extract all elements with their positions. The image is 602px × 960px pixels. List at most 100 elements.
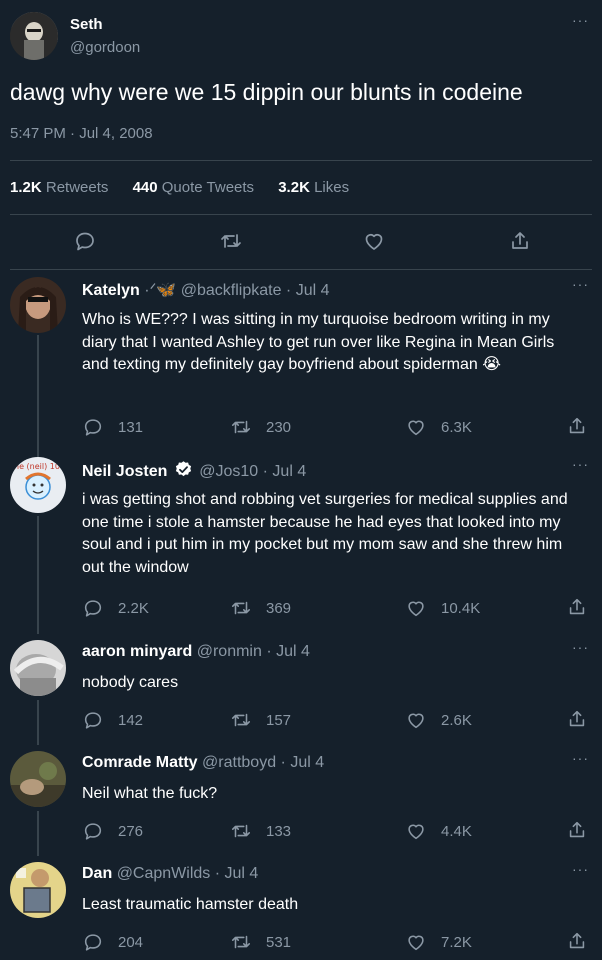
- reply-tweet[interactable]: Dan @CapnWilds · Jul 4 ··· Least traumat…: [0, 861, 602, 957]
- reply-date[interactable]: · Jul 4: [286, 282, 330, 299]
- author-handle[interactable]: @rattboyd: [202, 754, 276, 771]
- tweet-text: dawg why were we 15 dippin our blunts in…: [10, 79, 523, 105]
- reply-text: Who is WE??? I was sitting in my turquoi…: [82, 311, 555, 373]
- like-button[interactable]: 6.3K: [405, 415, 472, 439]
- more-options-icon[interactable]: ···: [572, 276, 589, 292]
- avatar[interactable]: [10, 751, 66, 807]
- share-icon[interactable]: [566, 930, 588, 952]
- reply-count-button[interactable]: 204: [82, 930, 143, 954]
- reply-count: 2.2K: [118, 599, 149, 617]
- retweet-icon[interactable]: [219, 229, 243, 253]
- reply-count: 142: [118, 711, 144, 729]
- reply-header: aaron minyard @ronmin · Jul 4: [82, 643, 310, 661]
- quote-tweets-label: Quote Tweets: [161, 179, 255, 196]
- author-handle[interactable]: @CapnWilds: [117, 865, 211, 882]
- author-name[interactable]: Neil Josten: [82, 463, 167, 480]
- avatar[interactable]: [10, 12, 58, 60]
- avatar-text: ne (neil) 10: [14, 462, 60, 471]
- tweet-timestamp[interactable]: 5:47 PM · Jul 4, 2008: [10, 125, 153, 142]
- retweet-icon: [231, 420, 251, 434]
- name-emoji: ·ᐟ🦋: [144, 282, 177, 299]
- avatar[interactable]: [10, 862, 66, 918]
- heart-icon: [408, 601, 424, 617]
- like-button[interactable]: 2.6K: [405, 708, 472, 732]
- retweet-button[interactable]: 157: [230, 708, 291, 732]
- author-name[interactable]: Dan: [82, 865, 112, 882]
- reply-icon: [84, 600, 102, 617]
- share-icon[interactable]: [566, 415, 588, 437]
- more-options-icon[interactable]: ···: [572, 12, 589, 28]
- quote-tweets-count: 440: [132, 179, 158, 196]
- reply-header: Dan @CapnWilds · Jul 4: [82, 865, 258, 883]
- reply-tweet[interactable]: ne (neil) 10 Neil Josten @Jos10 · Jul 4 …: [0, 456, 602, 632]
- quote-tweets-stat[interactable]: 440 Quote Tweets: [133, 179, 254, 196]
- retweet-button[interactable]: 531: [230, 930, 291, 954]
- main-tweet: Seth @gordoon ··· dawg why were we 15 di…: [0, 0, 602, 270]
- reply-actions: 2.2K 369 10.4K: [82, 596, 592, 620]
- reply-count-button[interactable]: 276: [82, 819, 143, 843]
- author-name[interactable]: Seth: [70, 16, 103, 33]
- like-count: 7.2K: [441, 933, 472, 951]
- share-icon[interactable]: [566, 596, 588, 618]
- retweet-button[interactable]: 133: [230, 819, 291, 843]
- more-options-icon[interactable]: ···: [572, 750, 589, 766]
- reply-header: Comrade Matty @rattboyd · Jul 4: [82, 754, 324, 772]
- tweet-stats: 1.2K Retweets 440 Quote Tweets 3.2K Like…: [10, 179, 369, 196]
- reply-date[interactable]: · Jul 4: [215, 865, 259, 882]
- author-handle[interactable]: @ronmin: [197, 643, 262, 660]
- like-count: 2.6K: [441, 711, 472, 729]
- retweets-label: Retweets: [45, 179, 109, 196]
- like-button[interactable]: 7.2K: [405, 930, 472, 954]
- likes-label: Likes: [314, 179, 350, 196]
- reply-count-button[interactable]: 142: [82, 708, 143, 732]
- retweet-button[interactable]: 230: [230, 415, 291, 439]
- like-button[interactable]: 4.4K: [405, 819, 472, 843]
- reply-count: 276: [118, 822, 144, 840]
- avatar[interactable]: [10, 640, 66, 696]
- reply-tweet[interactable]: Comrade Matty @rattboyd · Jul 4 ··· Neil…: [0, 750, 602, 846]
- share-icon[interactable]: [566, 708, 588, 730]
- author-name[interactable]: Comrade Matty: [82, 754, 198, 771]
- reply-date[interactable]: · Jul 4: [266, 643, 310, 660]
- reply-actions: 142 157 2.6K: [82, 708, 592, 732]
- heart-icon: [408, 713, 424, 729]
- share-icon[interactable]: [508, 229, 532, 253]
- reply-icon[interactable]: [73, 229, 97, 253]
- heart-icon: [408, 824, 424, 840]
- heart-icon[interactable]: [362, 229, 386, 253]
- retweet-icon: [231, 713, 251, 727]
- divider: [10, 269, 592, 270]
- reply-icon: [84, 823, 102, 840]
- like-count: 6.3K: [441, 418, 472, 436]
- author-handle[interactable]: @backflipkate: [181, 282, 282, 299]
- reply-text: i was getting shot and robbing vet surge…: [82, 491, 568, 576]
- likes-stat[interactable]: 3.2K Likes: [278, 179, 349, 196]
- reply-count-button[interactable]: 131: [82, 415, 143, 439]
- author-name[interactable]: Katelyn: [82, 282, 140, 299]
- retweet-count: 230: [266, 418, 292, 436]
- author-handle[interactable]: @gordoon: [70, 39, 140, 56]
- reply-tweet[interactable]: aaron minyard @ronmin · Jul 4 ··· nobody…: [0, 639, 602, 735]
- reply-count-button[interactable]: 2.2K: [82, 596, 149, 620]
- reply-count: 204: [118, 933, 144, 951]
- more-options-icon[interactable]: ···: [572, 456, 589, 472]
- reply-date[interactable]: · Jul 4: [263, 463, 307, 480]
- more-options-icon[interactable]: ···: [572, 639, 589, 655]
- reply-header: Katelyn ·ᐟ🦋 @backflipkate · Jul 4: [82, 280, 330, 300]
- reply-icon: [84, 712, 102, 729]
- reply-text: Neil what the fuck?: [82, 785, 218, 802]
- avatar[interactable]: ne (neil) 10: [10, 457, 66, 513]
- retweet-count: 369: [266, 599, 292, 617]
- avatar[interactable]: [10, 277, 66, 333]
- reply-actions: 204 531 7.2K: [82, 930, 592, 954]
- reply-tweet[interactable]: Katelyn ·ᐟ🦋 @backflipkate · Jul 4 ··· Wh…: [0, 276, 602, 447]
- like-button[interactable]: 10.4K: [405, 596, 480, 620]
- likes-count: 3.2K: [278, 179, 310, 196]
- retweets-stat[interactable]: 1.2K Retweets: [10, 179, 108, 196]
- more-options-icon[interactable]: ···: [572, 861, 589, 877]
- share-icon[interactable]: [566, 819, 588, 841]
- retweet-button[interactable]: 369: [230, 596, 291, 620]
- author-name[interactable]: aaron minyard: [82, 643, 192, 660]
- reply-date[interactable]: · Jul 4: [281, 754, 325, 771]
- author-handle[interactable]: @Jos10: [199, 463, 258, 480]
